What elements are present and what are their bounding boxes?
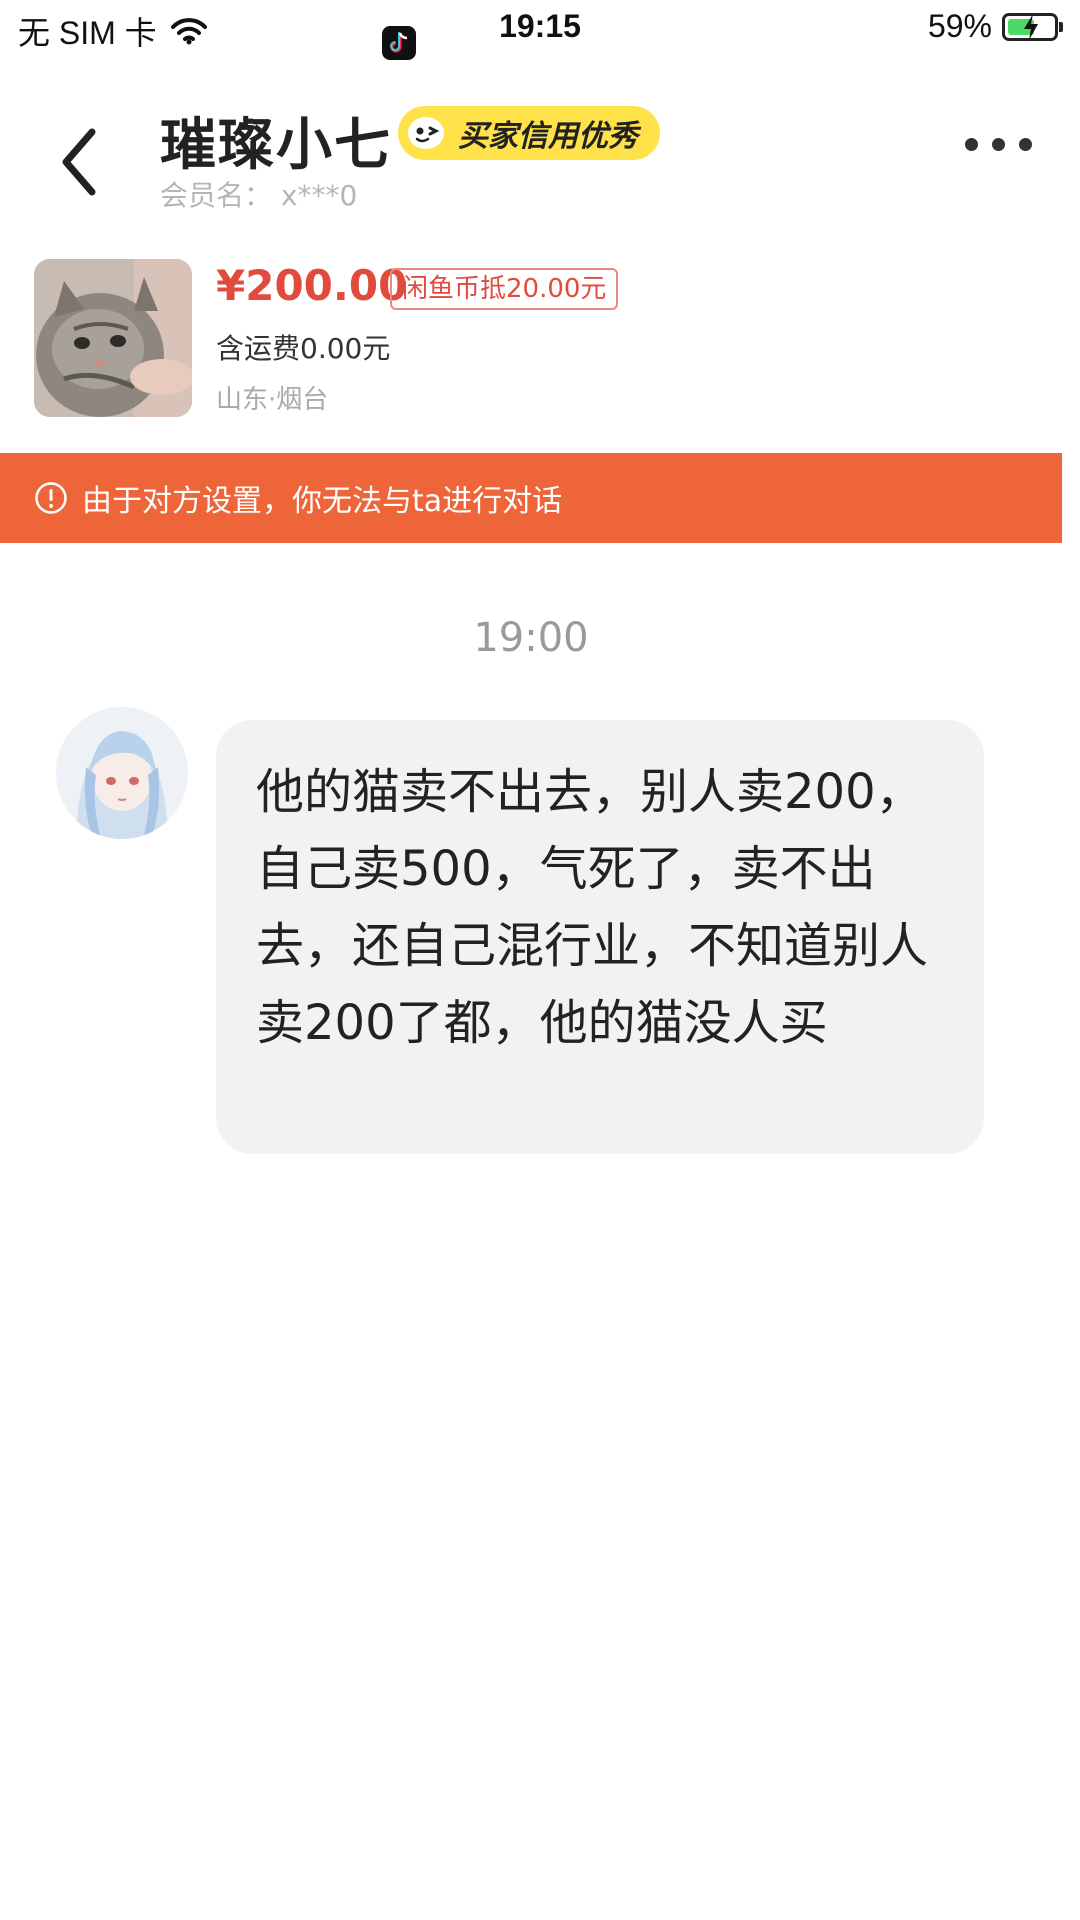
kitten-photo — [34, 259, 192, 417]
status-time: 19:15 — [499, 8, 581, 44]
charging-bolt-icon — [1024, 13, 1038, 40]
product-location: 山东·烟台 — [216, 385, 329, 415]
status-bar: 无 SIM 卡 19:15 59% — [0, 0, 1080, 64]
contact-name: 璀璨小七 — [160, 113, 392, 178]
blocked-warning-banner: 由于对方设置，你无法与ta进行对话 — [0, 453, 1062, 543]
more-options-icon[interactable] — [965, 138, 1032, 151]
message-text: 他的猫卖不出去，别人卖200，自己卖500，气死了，卖不出去，还自己混行业，不知… — [256, 764, 929, 1051]
warning-text: 由于对方设置，你无法与ta进行对话 — [82, 484, 563, 519]
buyer-credit-badge: 买家信用优秀 — [398, 106, 660, 160]
product-thumbnail[interactable] — [34, 259, 192, 417]
chat-screen: 无 SIM 卡 19:15 59% 璀璨小七 买家信用优秀 会员名： x***0… — [0, 0, 1080, 1920]
credit-badge-label: 买家信用优秀 — [458, 119, 638, 154]
fish-mascot-icon — [408, 117, 444, 149]
member-name: 会员名： x***0 — [160, 179, 358, 212]
chat-header: 璀璨小七 买家信用优秀 会员名： x***0 — [0, 80, 1080, 230]
contact-avatar[interactable] — [56, 707, 188, 839]
message-timestamp: 19:00 — [473, 615, 589, 661]
message-bubble[interactable]: 他的猫卖不出去，别人卖200，自己卖500，气死了，卖不出去，还自己混行业，不知… — [216, 720, 984, 1154]
shipping-info: 含运费0.00元 — [216, 332, 391, 365]
alert-circle-icon — [35, 482, 67, 514]
coin-discount-badge: 闲鱼币抵20.00元 — [390, 268, 619, 310]
product-card[interactable]: ¥200.00 闲鱼币抵20.00元 含运费0.00元 山东·烟台 — [0, 255, 1080, 435]
status-right: 59% — [927, 8, 1063, 45]
battery-icon — [1002, 12, 1063, 41]
anime-avatar-image — [56, 707, 188, 839]
product-price: ¥200.00 — [216, 261, 408, 310]
battery-percent: 59% — [927, 8, 992, 44]
back-arrow-icon[interactable] — [52, 120, 112, 200]
